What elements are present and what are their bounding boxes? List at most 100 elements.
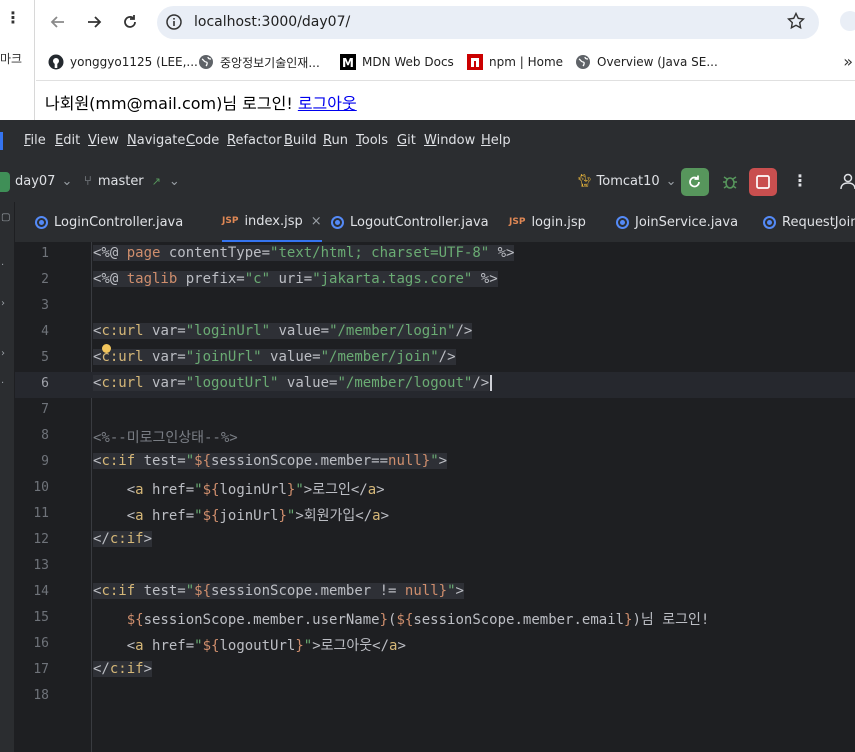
code-line[interactable]: 11 <a href="${joinUrl}">회원가입</a> bbox=[15, 502, 855, 528]
code-line[interactable]: 15 ${sessionScope.member.userName}(${ses… bbox=[15, 606, 855, 632]
bookmark-item[interactable]: M MDN Web Docs bbox=[340, 53, 454, 71]
github-icon bbox=[48, 54, 64, 70]
code-line[interactable]: 14 <c:if test="${sessionScope.member != … bbox=[15, 580, 855, 606]
tool-icon[interactable]: › bbox=[1, 348, 5, 359]
menu-git[interactable]: Git bbox=[397, 133, 416, 148]
globe-icon bbox=[198, 54, 214, 70]
code-line[interactable]: 3 bbox=[15, 294, 855, 320]
stop-icon bbox=[756, 175, 770, 189]
code-line[interactable]: 7 bbox=[15, 398, 855, 424]
bookmarks-bar: yonggyo1125 (LEE,... 중앙정보기술인재... M MDN W… bbox=[36, 44, 855, 81]
tab-joinservice[interactable]: JoinService.java bbox=[616, 202, 738, 242]
code-line[interactable]: 8 <%--미로그인상태--%> bbox=[15, 424, 855, 450]
chevron-down-icon: ⌄ bbox=[168, 174, 180, 189]
menu-build[interactable]: Build bbox=[284, 133, 317, 148]
bookmark-item[interactable]: yonggyo1125 (LEE,... bbox=[48, 53, 198, 71]
tool-icon[interactable]: · bbox=[1, 378, 4, 389]
chevron-double-right-icon[interactable]: » bbox=[843, 52, 853, 71]
tomcat-icon: 🐈︎ bbox=[576, 174, 593, 189]
code-line[interactable]: 9 <c:if test="${sessionScope.member==nul… bbox=[15, 450, 855, 476]
code-line[interactable]: 2 <%@ taglib prefix="c" uri="jakarta.tag… bbox=[15, 268, 855, 294]
close-icon[interactable]: × bbox=[311, 214, 322, 229]
tab-index-jsp[interactable]: JSP index.jsp × bbox=[222, 202, 322, 242]
project-tool-icon[interactable]: ▢ bbox=[1, 212, 10, 223]
back-icon[interactable] bbox=[44, 8, 72, 36]
code-line[interactable]: 5 <c:url var="joinUrl" value="/member/jo… bbox=[15, 346, 855, 372]
code-line[interactable]: 4 <c:url var="loginUrl" value="/member/l… bbox=[15, 320, 855, 346]
more-actions-icon[interactable]: ⋮ bbox=[792, 171, 808, 190]
left-window-strip: ⋮ 마크 bbox=[0, 0, 35, 120]
code-line[interactable]: 12 </c:if> bbox=[15, 528, 855, 554]
main-toolbar: day07 ⌄ ⑂ master ↗ ⌄ 🐈︎ Tomcat10 ⌄ ⋮ bbox=[0, 163, 855, 203]
extension-icon[interactable] bbox=[840, 11, 855, 31]
menu-help[interactable]: Help bbox=[481, 133, 511, 148]
ide-window: File Edit View Navigate Code Refactor Bu… bbox=[0, 120, 855, 752]
jsp-file-icon: JSP bbox=[222, 216, 239, 226]
java-class-icon bbox=[763, 215, 776, 229]
project-selector[interactable]: day07 ⌄ bbox=[15, 174, 72, 189]
rerun-button[interactable] bbox=[681, 168, 709, 196]
text-caret bbox=[490, 375, 493, 391]
git-branch-icon: ⑂ bbox=[84, 174, 92, 189]
forward-icon[interactable] bbox=[80, 8, 108, 36]
java-class-icon bbox=[616, 215, 629, 229]
chevron-down-icon: ⌄ bbox=[61, 174, 73, 189]
tab-logincontroller[interactable]: LoginController.java bbox=[35, 202, 183, 242]
logout-link[interactable]: 로그아웃 bbox=[298, 94, 357, 113]
menu-window[interactable]: Window bbox=[424, 133, 475, 148]
push-arrow-icon: ↗ bbox=[151, 175, 161, 188]
bookmark-item[interactable]: Overview (Java SE... bbox=[575, 53, 718, 71]
stop-button[interactable] bbox=[749, 168, 777, 196]
menu-navigate[interactable]: Navigate bbox=[127, 133, 185, 148]
editor-tabs: LoginController.java JSP index.jsp × Log… bbox=[15, 202, 855, 243]
tool-window-strip: ▢ · › › · bbox=[0, 202, 15, 752]
java-class-icon bbox=[331, 215, 344, 229]
svg-text:M: M bbox=[342, 56, 354, 70]
ide-logo-icon[interactable] bbox=[0, 132, 3, 150]
tab-logoutcontroller[interactable]: LogoutController.java bbox=[331, 202, 489, 242]
menu-edit[interactable]: Edit bbox=[55, 133, 80, 148]
login-status-text: 나회원(mm@mail.com)님 로그인! 로그아웃 bbox=[45, 94, 357, 113]
left-strip-label: 마크 bbox=[0, 52, 23, 66]
bug-icon bbox=[723, 176, 737, 189]
menu-code[interactable]: Code bbox=[186, 133, 219, 148]
code-line[interactable]: 18 bbox=[15, 684, 855, 710]
menu-file[interactable]: File bbox=[24, 133, 46, 148]
chevron-down-icon: ⌄ bbox=[665, 174, 677, 189]
mdn-icon: M bbox=[340, 54, 356, 70]
code-line[interactable]: 17 </c:if> bbox=[15, 658, 855, 684]
menu-view[interactable]: View bbox=[88, 133, 119, 148]
globe-icon bbox=[575, 54, 591, 70]
lightbulb-icon[interactable] bbox=[102, 344, 111, 353]
code-line-current[interactable]: 6 <c:url var="logoutUrl" value="/member/… bbox=[15, 372, 855, 398]
code-line[interactable]: 10 <a href="${loginUrl}">로그인</a> bbox=[15, 476, 855, 502]
bookmark-item[interactable]: 중앙정보기술인재... bbox=[198, 53, 320, 71]
url-text[interactable]: localhost:3000/day07/ bbox=[194, 14, 350, 30]
browser-window: ⋮ 마크 localhost:3000/day07/ yonggyo1125 (… bbox=[0, 0, 855, 120]
address-bar[interactable]: localhost:3000/day07/ bbox=[157, 6, 819, 39]
user-icon[interactable] bbox=[840, 172, 855, 194]
run-config-selector[interactable]: 🐈︎ Tomcat10 ⌄ bbox=[576, 174, 677, 189]
java-class-icon bbox=[35, 215, 48, 229]
code-line[interactable]: 16 <a href="${logoutUrl}">로그아웃</a> bbox=[15, 632, 855, 658]
tool-icon[interactable]: · bbox=[1, 260, 4, 271]
npm-icon bbox=[467, 54, 483, 70]
code-line[interactable]: 13 bbox=[15, 554, 855, 580]
branch-selector[interactable]: ⑂ master ↗ ⌄ bbox=[84, 174, 180, 189]
bookmark-item[interactable]: npm | Home bbox=[467, 53, 563, 71]
code-editor[interactable]: 1 <%@ page contentType="text/html; chars… bbox=[15, 242, 855, 752]
kebab-menu-icon[interactable]: ⋮ bbox=[5, 10, 21, 26]
menu-run[interactable]: Run bbox=[323, 133, 348, 148]
bookmark-star-icon[interactable] bbox=[786, 11, 806, 34]
tab-requestjoin[interactable]: RequestJoin bbox=[763, 202, 855, 242]
code-line[interactable]: 1 <%@ page contentType="text/html; chars… bbox=[15, 242, 855, 268]
reload-icon[interactable] bbox=[116, 8, 144, 36]
browser-toolbar: localhost:3000/day07/ bbox=[36, 0, 855, 44]
site-info-icon[interactable] bbox=[165, 13, 183, 35]
menu-refactor[interactable]: Refactor bbox=[227, 133, 282, 148]
tool-icon[interactable]: › bbox=[1, 298, 5, 309]
menu-bar: File Edit View Navigate Code Refactor Bu… bbox=[0, 120, 855, 163]
menu-tools[interactable]: Tools bbox=[356, 133, 388, 148]
tab-login-jsp[interactable]: JSP login.jsp bbox=[509, 202, 586, 242]
debug-button[interactable] bbox=[718, 170, 742, 194]
